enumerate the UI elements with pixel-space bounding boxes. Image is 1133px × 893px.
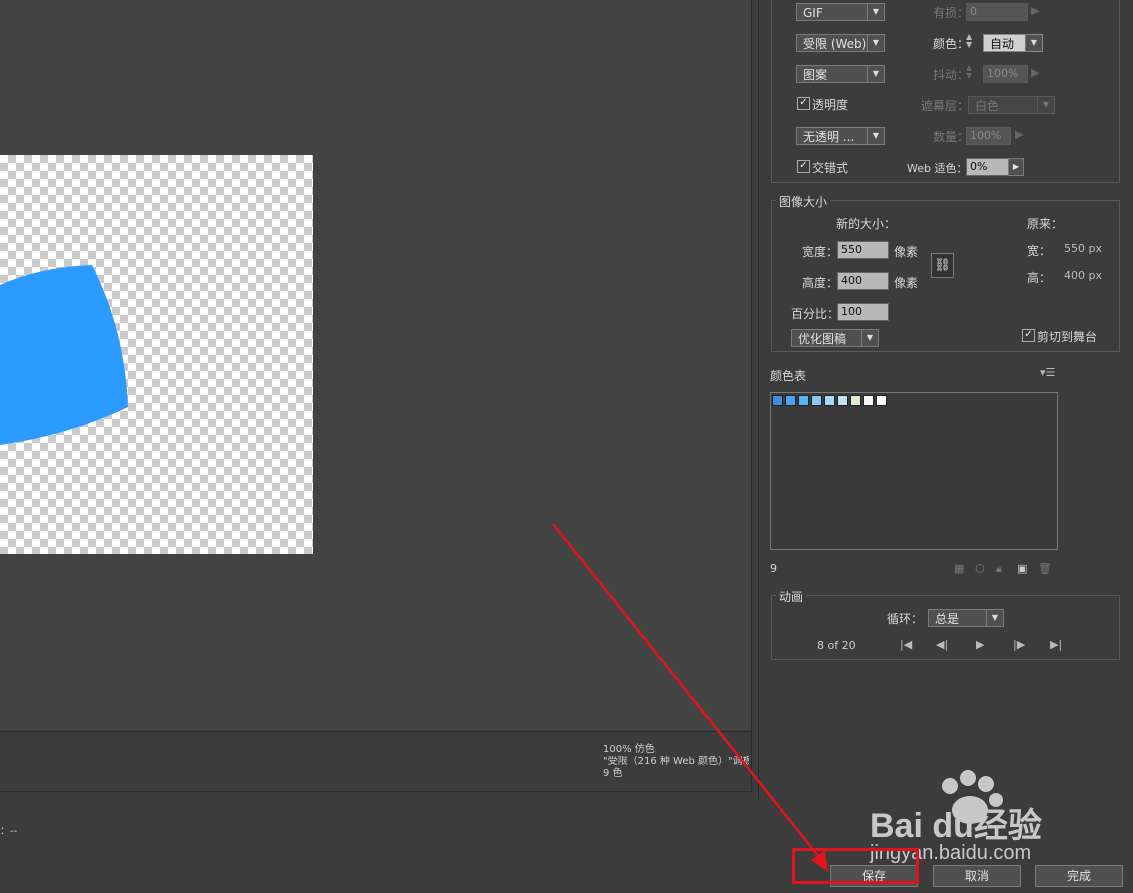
annotation-arrow [552,523,828,872]
annotation-box [792,848,919,884]
